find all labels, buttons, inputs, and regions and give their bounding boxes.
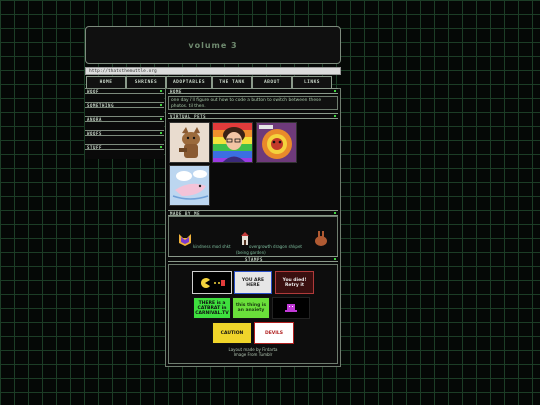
shrine-icon[interactable] <box>241 232 249 246</box>
stamp-devils[interactable]: DEVILS <box>254 322 294 344</box>
virtual-pet-axolotl[interactable] <box>169 165 210 206</box>
bullet-icon <box>160 146 162 148</box>
stamp-pixel[interactable] <box>272 297 310 319</box>
stamp-catbrat[interactable]: THERE is a CATBRAT in CARNIVAL.TV <box>193 297 231 319</box>
rabbit-icon[interactable] <box>314 230 328 246</box>
stamp-pac[interactable] <box>192 271 232 294</box>
stamp-caution[interactable]: CAUTION <box>212 322 252 344</box>
stamp-anxiety[interactable]: this thing is an anxiety <box>232 297 270 319</box>
cat-head-icon[interactable] <box>178 233 192 247</box>
bullet-icon <box>334 258 336 260</box>
section-header-virtual-pets: VIRTUAL PETS <box>168 113 338 119</box>
virtual-pet-creature[interactable] <box>256 122 297 163</box>
axolotl-pet-icon <box>170 166 209 205</box>
banner-title: volume 3 <box>188 40 238 50</box>
virtual-pet-cat[interactable] <box>169 122 210 163</box>
image-credit[interactable]: Image From Tumblr <box>168 352 338 357</box>
sidebar-spacer <box>85 150 164 159</box>
stamp-you-are-here[interactable]: YOU ARE HERE <box>234 271 272 294</box>
made-item-1[interactable]: kindness mod shkt <box>193 244 231 249</box>
section-header-stamps: STAMPS <box>168 256 338 262</box>
bullet-icon <box>334 115 336 117</box>
bullet-icon <box>334 90 336 92</box>
section-header-home: HOME <box>168 88 338 94</box>
home-text: one day i'll figure out how to code a bu… <box>168 96 338 110</box>
header-label: HOME <box>170 89 183 94</box>
site-banner: volume 3 <box>85 26 341 64</box>
bullet-icon <box>160 90 162 92</box>
bullet-icon <box>160 104 162 106</box>
creature-pet-icon <box>257 123 296 162</box>
header-label: VIRTUAL PETS <box>170 114 207 119</box>
url-bar[interactable]: http://thatsthemuttle.org <box>85 67 341 75</box>
cat-pet-icon <box>170 123 209 162</box>
made-item-2[interactable]: overgrowth dragon shkpet <box>249 244 302 249</box>
stamp-you-died[interactable]: You died! Retry it <box>275 271 314 294</box>
bullet-icon <box>160 132 162 134</box>
made-item-3[interactable]: (being garden) <box>236 250 266 255</box>
header-label: STAMPS <box>244 257 264 262</box>
pacman-stamp-icon <box>201 277 225 288</box>
bullet-icon <box>334 212 336 214</box>
pixel-creature-icon <box>285 304 297 312</box>
person-pet-icon <box>213 123 252 162</box>
virtual-pet-boy[interactable] <box>212 122 253 163</box>
bullet-icon <box>160 118 162 120</box>
